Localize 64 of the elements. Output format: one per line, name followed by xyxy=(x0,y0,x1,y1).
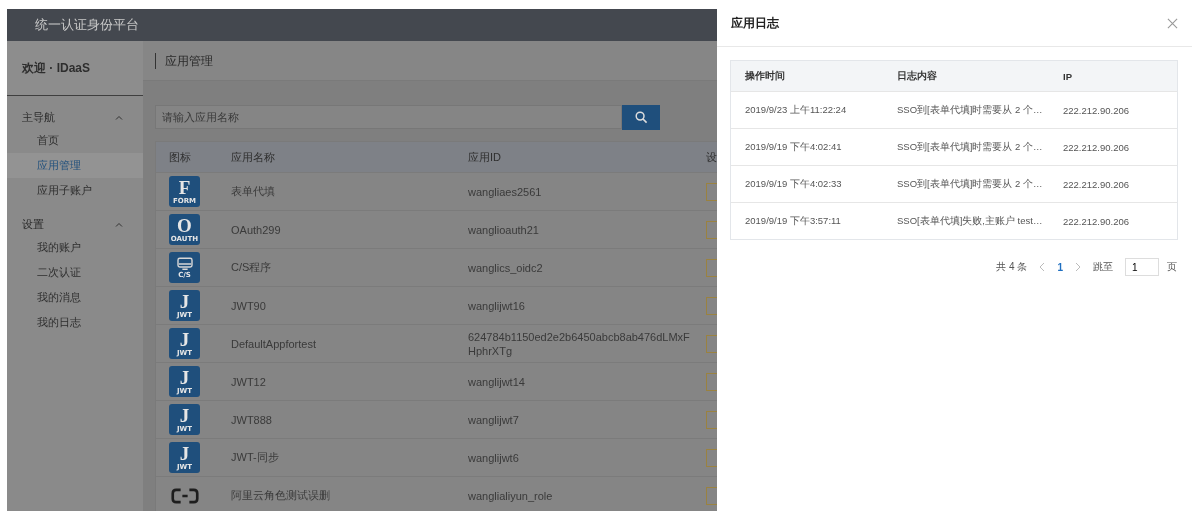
column-header: IP xyxy=(1063,70,1073,82)
table-cell-text: SSO到[表单代填]时需要从 2 个… xyxy=(897,177,1044,191)
table-cell-text: 2019/9/19 下午4:02:33 xyxy=(744,177,843,191)
table-cell-text: C/S程序 xyxy=(231,260,273,275)
table-cell-text: 222.212.90.206 xyxy=(1063,141,1131,153)
drawer-title: 应用日志 xyxy=(731,14,779,32)
table-cell-text: 阿里云角色测试误删 xyxy=(231,488,331,503)
nav-item[interactable]: 我的账户 xyxy=(7,235,143,260)
table-cell-text: 222.212.90.206 xyxy=(1063,104,1131,116)
nav-item[interactable]: 我的消息 xyxy=(7,285,143,310)
next-page-icon[interactable] xyxy=(1075,262,1081,272)
close-icon[interactable] xyxy=(1167,17,1178,29)
table-cell-text: 2019/9/19 下午3:57:11 xyxy=(744,214,842,228)
table-cell-text: wanglics_oidc2 xyxy=(468,260,544,275)
table-cell-text: wanglioauth21 xyxy=(468,222,540,237)
table-cell-text: 2019/9/23 上午11:22:24 xyxy=(744,103,848,117)
table-cell-text: OAuth299 xyxy=(231,223,282,236)
search-icon xyxy=(634,111,648,124)
nav-item[interactable]: 应用子账户 xyxy=(7,178,143,203)
search-button[interactable] xyxy=(622,105,660,130)
column-header: 设 xyxy=(706,149,717,165)
jump-label: 跳至 xyxy=(1093,260,1113,274)
column-header: 操作时间 xyxy=(744,69,786,83)
table-cell-text: JWT12 xyxy=(231,375,267,388)
table-cell-text: 222.212.90.206 xyxy=(1063,215,1131,227)
nav-item[interactable]: 我的日志 xyxy=(7,310,143,335)
table-cell-text: wanglijwt16 xyxy=(468,298,526,313)
chevron-icon xyxy=(115,221,123,227)
table-cell-text: wanglialiyun_role xyxy=(468,488,554,503)
nav-section-header[interactable]: 主导航 xyxy=(7,106,143,128)
table-cell-text: 2019/9/19 下午4:02:41 xyxy=(744,140,843,154)
table-cell-text: wanglijwt6 xyxy=(468,450,520,465)
bracket-logo-icon xyxy=(171,487,199,504)
page-title: 应用管理 xyxy=(155,52,213,69)
page-unit: 页 xyxy=(1167,260,1177,274)
table-cell-text: 624784b1150ed2e2b6450abcb8ab476dLMxFHphrXTg xyxy=(468,329,691,358)
page-number[interactable]: 1 xyxy=(1057,261,1063,273)
table-cell-text: wangliaes2561 xyxy=(468,184,543,199)
table-cell-text: JWT888 xyxy=(231,413,273,426)
nav-item[interactable]: 二次认证 xyxy=(7,260,143,285)
table-cell-text: SSO[表单代填]失败,主账户 test… xyxy=(897,214,1044,228)
total-count: 共 4 条 xyxy=(996,260,1028,274)
nav-section-header[interactable]: 设置 xyxy=(7,213,143,235)
table-cell-text: 222.212.90.206 xyxy=(1063,178,1131,190)
table-cell-text: wanglijwt14 xyxy=(468,374,526,389)
previous-page-icon[interactable] xyxy=(1039,262,1046,272)
nav-item[interactable]: 首页 xyxy=(7,128,143,153)
column-header: 图标 xyxy=(168,149,192,165)
table-cell-text: JWT-同步 xyxy=(231,450,280,465)
table-cell-text: DefaultAppfortest xyxy=(231,337,317,350)
column-header: 日志内容 xyxy=(897,69,938,83)
column-header: 应用ID xyxy=(468,150,502,164)
search-field[interactable]: 请输入应用名称 xyxy=(155,105,622,129)
table-cell-text: JWT90 xyxy=(231,299,267,312)
table-cell-text: 表单代填 xyxy=(231,184,276,199)
column-header: 应用名称 xyxy=(231,149,276,165)
chevron-icon xyxy=(115,114,123,120)
app-title: 统一认证身份平台 xyxy=(35,16,139,34)
nav-item[interactable]: 应用管理 xyxy=(7,153,143,178)
table-cell-text: SSO到[表单代填]时需要从 2 个… xyxy=(897,103,1044,117)
welcome-text: 欢迎 · IDaaS xyxy=(22,59,90,77)
table-cell-text: SSO到[表单代填]时需要从 2 个… xyxy=(897,140,1044,154)
page-input[interactable]: 1 xyxy=(1125,258,1159,276)
table-cell-text: wanglijwt7 xyxy=(468,412,520,427)
